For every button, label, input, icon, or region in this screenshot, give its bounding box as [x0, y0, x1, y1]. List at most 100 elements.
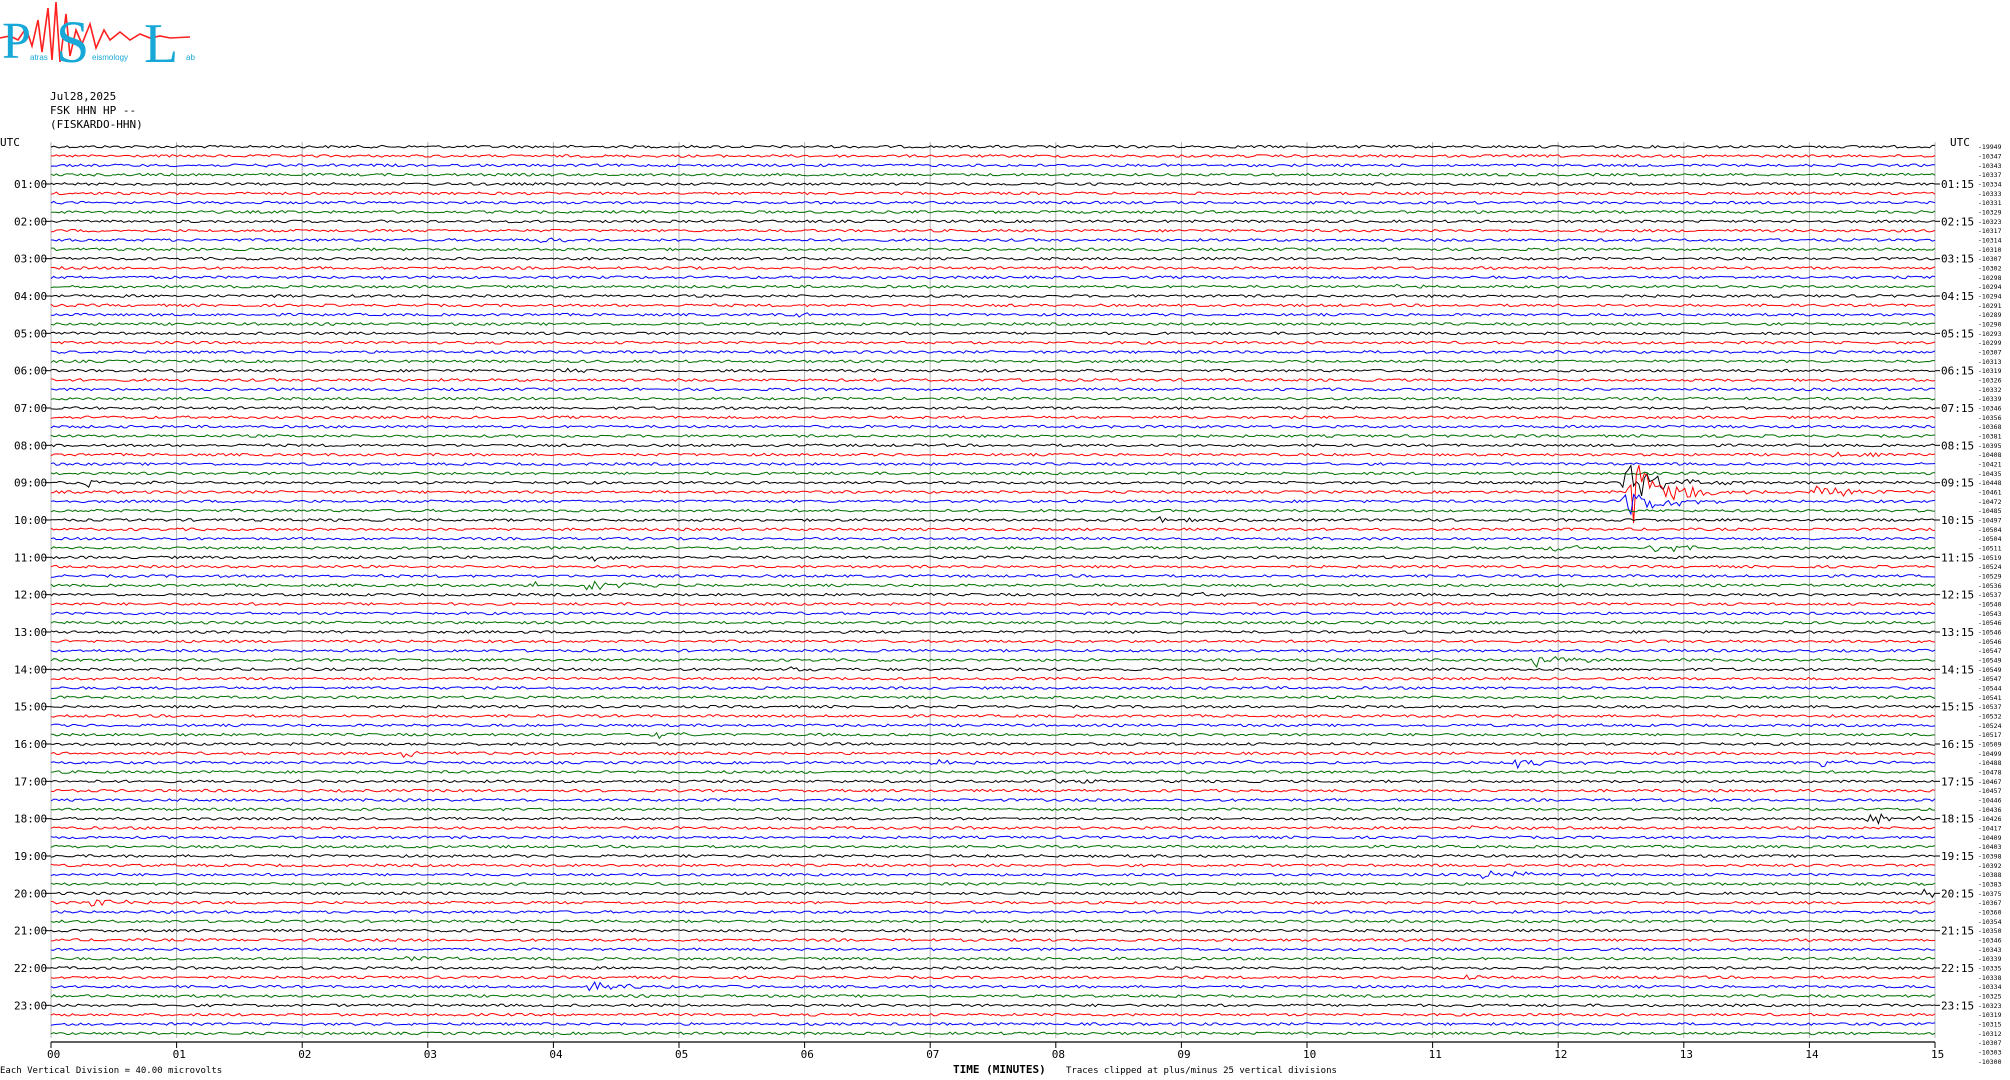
trace-43 — [50, 544, 1936, 553]
left-hour-label: 18:00 — [14, 813, 47, 826]
trace-offset-label: -10354 — [1978, 918, 2002, 926]
trace-offset-label: -10388 — [1978, 871, 2002, 879]
left-hour-label: 05:00 — [14, 327, 47, 340]
trace-offset-label: -10546 — [1978, 619, 2002, 627]
trace-1 — [50, 154, 1936, 158]
trace-offset-label: -10461 — [1978, 489, 2002, 497]
x-tick-label: 02 — [298, 1048, 311, 1061]
trace-15 — [50, 283, 1936, 289]
trace-offset-label: -10338 — [1978, 974, 2002, 982]
left-hour-label: 16:00 — [14, 738, 47, 751]
trace-offset-label: -10541 — [1978, 694, 2002, 702]
trace-offset-label: -10519 — [1978, 554, 2002, 562]
right-hour-label: 15:15 — [1941, 701, 1974, 714]
trace-offset-label: -10329 — [1978, 209, 2002, 217]
trace-26 — [50, 387, 1936, 392]
trace-40 — [51, 516, 1936, 524]
left-hour-label: 02:00 — [14, 215, 47, 228]
left-hour-label: 12:00 — [14, 589, 47, 602]
left-hour-label: 19:00 — [14, 850, 47, 863]
right-hour-label: 01:15 — [1941, 178, 1974, 191]
left-hour-label: 13:00 — [14, 626, 47, 639]
x-tick-label: 00 — [47, 1048, 60, 1061]
trace-65 — [50, 750, 1936, 759]
trace-10 — [50, 237, 1936, 244]
trace-offset-label: -10409 — [1978, 834, 2002, 842]
helicorder-plot: 01:00 02:00 03:00 04:00 05:00 06:00 07:00 08:00… — [0, 136, 2002, 1066]
trace-offset-label: -10511 — [1978, 545, 2002, 553]
x-tick-label: 11 — [1429, 1048, 1442, 1061]
trace-8 — [50, 219, 1936, 224]
trace-50 — [51, 611, 1936, 616]
trace-offset-label: -10307 — [1978, 255, 2002, 263]
x-tick-label: 08 — [1052, 1048, 1065, 1061]
trace-58 — [50, 686, 1936, 690]
trace-48 — [50, 591, 1936, 598]
left-hour-label: 22:00 — [14, 962, 47, 975]
right-hour-label: 09:15 — [1941, 477, 1974, 490]
trace-offset-label: -10532 — [1978, 713, 2002, 721]
trace-offset-label: -10426 — [1978, 815, 2002, 823]
trace-64 — [50, 742, 1936, 746]
right-hour-label: 23:15 — [1941, 999, 1974, 1012]
trace-offset-label: -10307 — [1978, 349, 2002, 357]
trace-offset-label: -10319 — [1978, 1011, 2002, 1019]
left-hour-label: 07:00 — [14, 402, 47, 415]
trace-offset-label: -10331 — [1978, 199, 2002, 207]
trace-44 — [50, 555, 1936, 562]
trace-offset-label: -10381 — [1978, 433, 2002, 441]
left-hour-label: 03:00 — [14, 253, 47, 266]
trace-offset-label: -10547 — [1978, 675, 2002, 683]
trace-offset-label: -10485 — [1978, 507, 2002, 515]
trace-89 — [50, 974, 1936, 981]
trace-49 — [50, 602, 1936, 606]
trace-offset-label: -10326 — [1978, 377, 2002, 385]
trace-69 — [50, 788, 1936, 793]
clipping-note: Traces clipped at plus/minus 25 vertical… — [1066, 1066, 1337, 1076]
trace-offset-labels: -19949-10347-10343-10337-10334-10333-103… — [1978, 143, 2002, 1066]
trace-offset-label: -10298 — [1978, 274, 2002, 282]
left-hour-label: 15:00 — [14, 701, 47, 714]
x-tick-label: 10 — [1303, 1048, 1316, 1061]
left-hour-label: 04:00 — [14, 290, 47, 303]
trace-offset-label: -10540 — [1978, 601, 2002, 609]
trace-61 — [50, 714, 1936, 718]
x-tick-label: 07 — [926, 1048, 939, 1061]
trace-offset-label: -10293 — [1978, 330, 2002, 338]
trace-11 — [51, 247, 1936, 252]
right-hour-label: 11:15 — [1941, 551, 1974, 564]
trace-offset-label: -10315 — [1978, 1021, 2002, 1029]
trace-offset-label: -19949 — [1978, 143, 2002, 151]
trace-53 — [50, 639, 1936, 644]
trace-offset-label: -10417 — [1978, 825, 2002, 833]
right-hour-labels: 01:15 02:15 03:15 04:15 05:15 06:15 07:15 08:15… — [1935, 178, 1974, 1012]
trace-72 — [50, 813, 1936, 825]
trace-90 — [50, 981, 1936, 992]
trace-73 — [50, 825, 1936, 830]
x-tick-label: 14 — [1805, 1048, 1819, 1061]
right-hour-label: 04:15 — [1941, 290, 1974, 303]
trace-offset-label: -10323 — [1978, 1002, 2002, 1010]
trace-offset-label: -10300 — [1978, 1058, 2002, 1066]
trace-87 — [51, 956, 1936, 962]
trace-23 — [50, 359, 1936, 364]
trace-offset-label: -10457 — [1978, 787, 2002, 795]
trace-offset-label: -10346 — [1978, 405, 2002, 413]
trace-5 — [50, 191, 1936, 196]
trace-6 — [50, 200, 1936, 205]
trace-77 — [50, 863, 1936, 868]
right-hour-label: 18:15 — [1941, 813, 1974, 826]
x-axis-title: TIME (MINUTES) — [953, 1063, 1046, 1076]
trace-offset-label: -10421 — [1978, 461, 2002, 469]
trace-63 — [50, 731, 1936, 740]
trace-offset-label: -10524 — [1978, 722, 2002, 730]
trace-offset-label: -10314 — [1978, 237, 2002, 245]
trace-45 — [50, 564, 1936, 569]
trace-54 — [50, 648, 1936, 653]
trace-55 — [50, 656, 1936, 668]
left-hour-label: 21:00 — [14, 925, 47, 938]
trace-group — [50, 144, 1936, 1036]
trace-13 — [50, 266, 1936, 270]
trace-14 — [50, 275, 1936, 281]
trace-offset-label: -10395 — [1978, 442, 2002, 450]
